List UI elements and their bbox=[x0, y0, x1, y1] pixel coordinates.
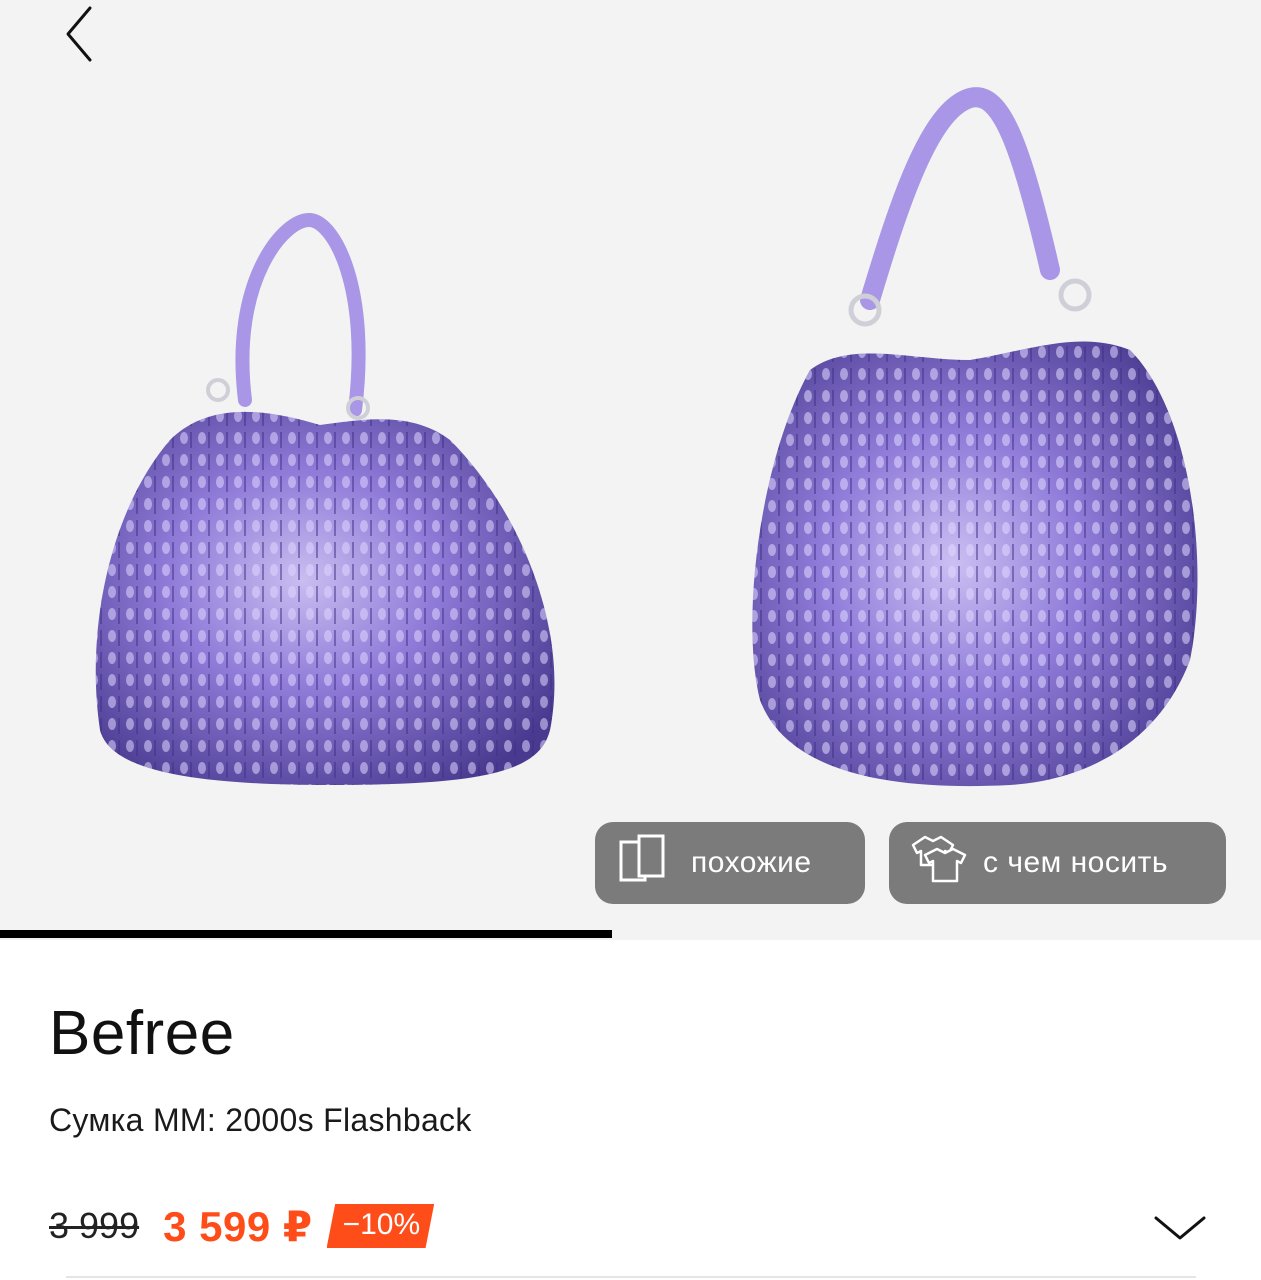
divider bbox=[66, 1276, 1196, 1278]
price-row: 3 999 3 599 ₽ −10% bbox=[49, 1198, 435, 1254]
product-image-gallery[interactable]: похожие с чем носить bbox=[0, 0, 1261, 940]
outfit-label: с чем носить bbox=[983, 846, 1168, 879]
outfit-clothes-icon bbox=[907, 831, 969, 895]
discount-badge: −10% bbox=[326, 1204, 435, 1248]
gallery-progress bbox=[0, 930, 1261, 938]
brand-name[interactable]: Befree bbox=[49, 998, 235, 1069]
expand-details-button[interactable] bbox=[1150, 1208, 1210, 1248]
chevron-left-icon bbox=[66, 6, 92, 62]
similar-button[interactable]: похожие bbox=[595, 822, 865, 904]
gallery-progress-fill bbox=[0, 930, 612, 938]
product-image-side[interactable] bbox=[730, 80, 1230, 800]
product-title: Сумка ММ: 2000s Flashback bbox=[49, 1102, 472, 1138]
current-price: 3 599 ₽ bbox=[163, 1202, 313, 1250]
back-button[interactable] bbox=[56, 2, 104, 66]
chevron-down-icon bbox=[1154, 1216, 1206, 1240]
similar-cards-icon bbox=[617, 832, 677, 894]
outfit-button[interactable]: с чем носить bbox=[889, 822, 1226, 904]
old-price: 3 999 bbox=[49, 1205, 140, 1246]
product-image-front[interactable] bbox=[70, 210, 590, 810]
similar-label: похожие bbox=[691, 846, 812, 879]
